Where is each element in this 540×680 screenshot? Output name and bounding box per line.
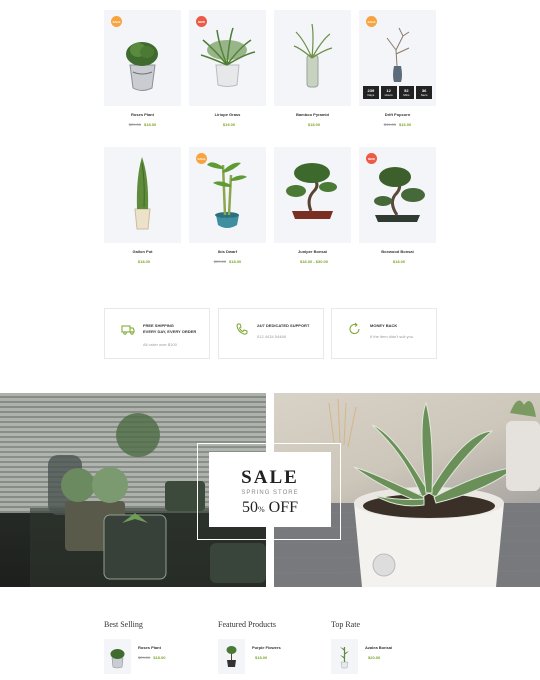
list-item-name[interactable]: Azalea Bonsai	[365, 645, 392, 650]
countdown-days: 239 Days	[363, 86, 379, 99]
list-item-price: $20.00	[368, 655, 381, 660]
feature-subtitle: If the item didn't suit you	[370, 334, 414, 339]
feature-title: MONEY BACK	[370, 323, 398, 328]
product-card[interactable]: SALE 239 Days 12 Hours 52 Mins 36 Secs Drift…	[359, 10, 436, 141]
list-top-rate: Top Rate Azalea Bonsai $20.00	[331, 620, 441, 674]
feature-subtitle: All order over $100	[143, 342, 177, 347]
feature-title: FREE SHIPPING EVERY DAY, EVERY ORDER	[143, 323, 197, 334]
product-grid: SALE Roses Plant $29.00 $18.00 NEW Liriop…	[104, 10, 437, 278]
product-name[interactable]: Ibis Dwarf	[189, 249, 266, 254]
product-price: $18.00	[307, 122, 321, 127]
product-name[interactable]: Gallon Pot	[104, 249, 181, 254]
list-item-price: $18.00	[255, 655, 268, 660]
feature-free-shipping: FREE SHIPPING EVERY DAY, EVERY ORDER All …	[104, 308, 210, 359]
feature-title: 24/7 DEDICATED SUPPORT	[257, 323, 310, 328]
product-price: $19.00	[222, 122, 236, 127]
list-best-selling: Best Selling Roses Plant $29.00 $18.00	[104, 620, 214, 674]
product-card[interactable]: Gallon Pot $18.00	[104, 147, 181, 278]
countdown-timer: 239 Days 12 Hours 52 Mins 36 Secs	[363, 86, 432, 99]
new-badge: NEW	[196, 16, 207, 27]
list-featured-products: Featured Products Purple Flowers $18.00	[218, 620, 328, 674]
feature-money-back: MONEY BACK If the item didn't suit you	[331, 308, 437, 359]
list-heading: Best Selling	[104, 620, 143, 629]
list-heading: Top Rate	[331, 620, 360, 629]
feature-subtitle: 012 4434 54466	[257, 334, 286, 339]
juniper-bonsai-icon	[286, 163, 337, 219]
sale-subtitle: SPRING STORE	[241, 490, 299, 496]
product-price: $29.00 $18.00	[128, 122, 157, 127]
plant-pot-icon	[340, 647, 349, 669]
product-image[interactable]	[274, 147, 351, 243]
sale-box[interactable]: SALE SPRING STORE 50% OFF	[209, 452, 331, 527]
product-card[interactable]: Bamboo Pyramid $18.00	[274, 10, 351, 141]
refresh-icon	[349, 322, 360, 335]
succulent-tin-pot-icon	[110, 649, 125, 669]
phone-icon	[236, 323, 248, 335]
sale-badge: SALE	[196, 153, 207, 164]
product-price: $20.00 $18.00	[213, 259, 242, 264]
truck-icon	[121, 325, 135, 335]
countdown-hours: 12 Hours	[380, 86, 397, 99]
product-price: $18.00	[137, 259, 151, 264]
product-card[interactable]: NEW Liriope Grass $19.00	[189, 10, 266, 141]
feature-support: 24/7 DEDICATED SUPPORT 012 4434 54466	[218, 308, 324, 359]
product-price: $19.00 $16.00	[383, 122, 412, 127]
list-item-price: $29.00 $18.00	[138, 655, 166, 660]
sale-title: SALE	[241, 467, 299, 488]
list-item[interactable]: Azalea Bonsai $20.00	[331, 639, 441, 674]
product-name[interactable]: Roses Plant	[104, 112, 181, 117]
product-name[interactable]: Liriope Grass	[189, 112, 266, 117]
list-item-name[interactable]: Purple Flowers	[252, 645, 281, 650]
product-name[interactable]: Boxwood Bonsai	[359, 249, 436, 254]
sale-badge: SALE	[366, 16, 377, 27]
product-card[interactable]: SALE Ibis Dwarf $20.00 $18.00	[189, 147, 266, 278]
product-image[interactable]	[274, 10, 351, 106]
countdown-secs: 36 Secs	[416, 86, 432, 99]
new-badge: NEW	[366, 153, 377, 164]
product-name[interactable]: Drift Popcorn	[359, 112, 436, 117]
product-card[interactable]: Juniper Bonsai $18.00 - $30.00	[274, 147, 351, 278]
plant-pot-icon	[226, 646, 237, 667]
list-heading: Featured Products	[218, 620, 276, 629]
sale-discount: 50% OFF	[241, 499, 299, 516]
product-name[interactable]: Juniper Bonsai	[274, 249, 351, 254]
list-item-thumb[interactable]	[104, 639, 131, 674]
product-price: $18.00	[392, 259, 406, 264]
list-item-thumb[interactable]	[331, 639, 358, 674]
countdown-mins: 52 Mins	[398, 86, 415, 99]
product-card[interactable]: SALE Roses Plant $29.00 $18.00	[104, 10, 181, 141]
product-name[interactable]: Bamboo Pyramid	[274, 112, 351, 117]
list-item-thumb[interactable]	[218, 639, 245, 674]
bamboo-glass-vase-icon	[293, 23, 333, 88]
product-card[interactable]: NEW Boxwood Bonsai $18.00	[359, 147, 436, 278]
sale-badge: SALE	[111, 16, 122, 27]
product-image[interactable]	[104, 147, 181, 243]
list-item[interactable]: Roses Plant $29.00 $18.00	[104, 639, 214, 674]
list-item[interactable]: Purple Flowers $18.00	[218, 639, 328, 674]
cypress-pot-icon	[134, 157, 151, 230]
list-item-name[interactable]: Roses Plant	[138, 645, 161, 650]
product-price: $18.00 - $30.00	[299, 259, 329, 264]
